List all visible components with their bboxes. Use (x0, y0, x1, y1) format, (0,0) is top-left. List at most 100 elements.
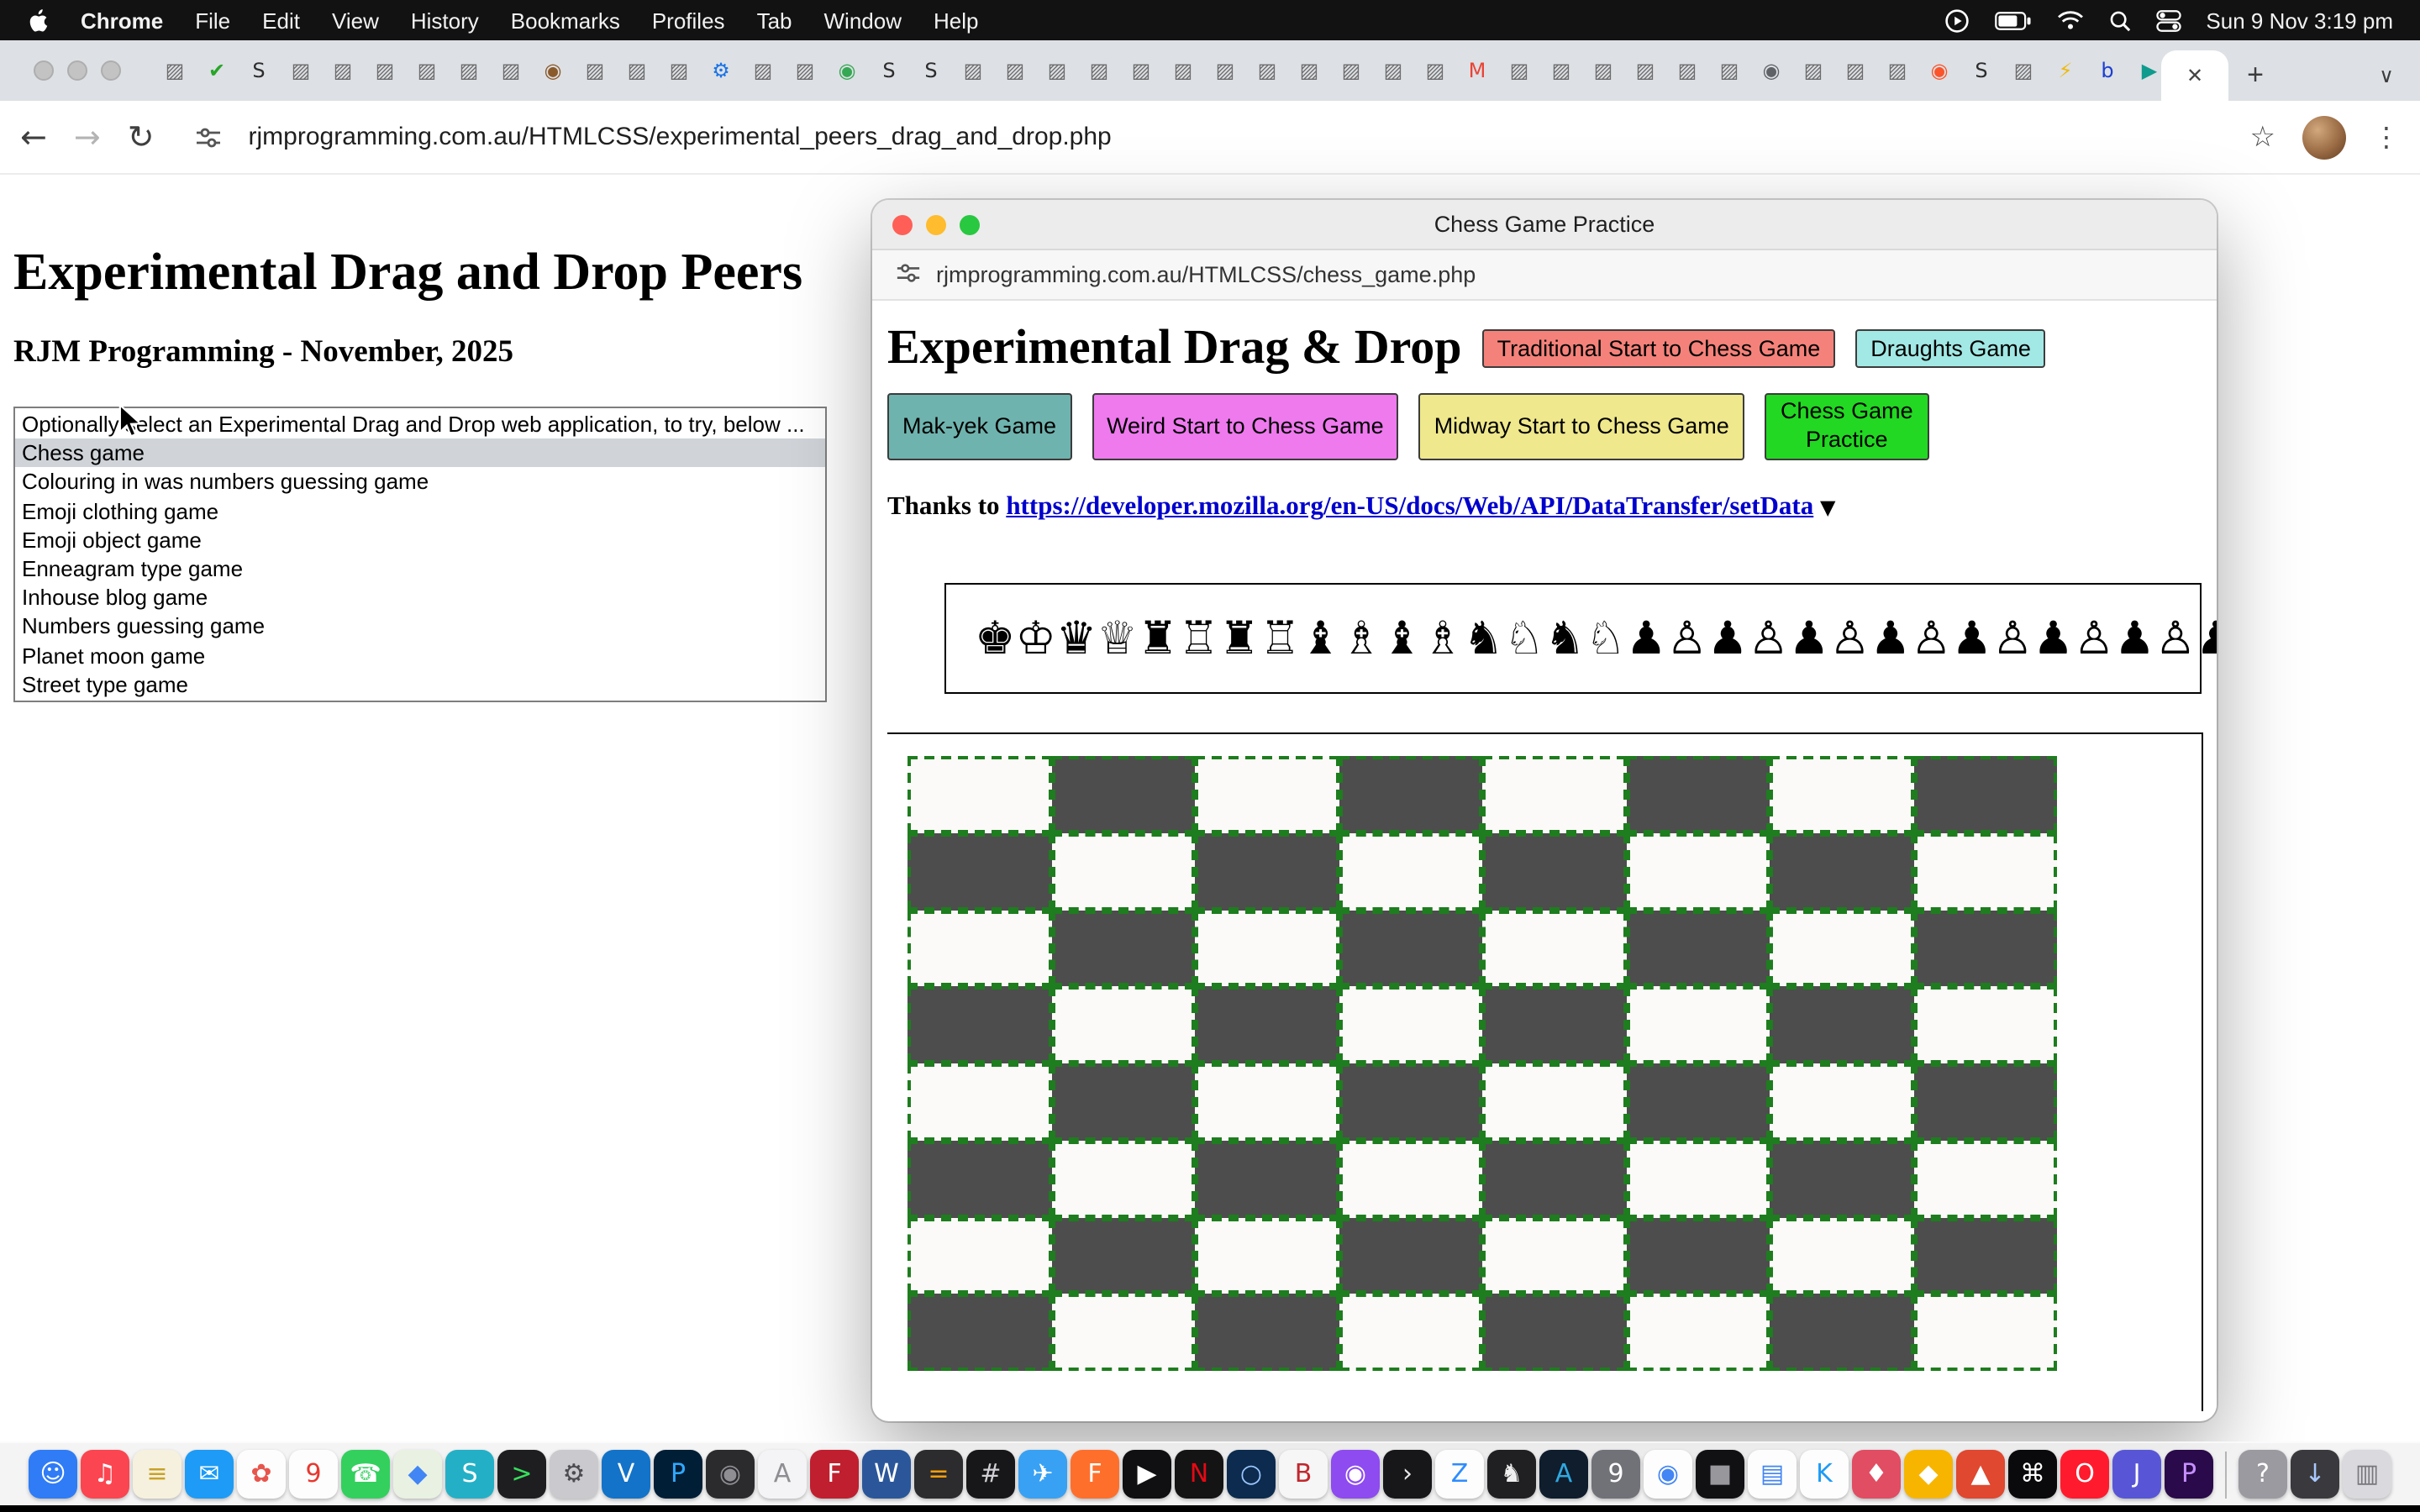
pinned-tab-favicon[interactable]: S (876, 57, 902, 84)
board-cell[interactable] (1913, 910, 2057, 987)
board-cell[interactable] (1051, 1141, 1195, 1218)
bookmark-star-icon[interactable]: ☆ (2250, 120, 2276, 154)
pinned-tab-favicon[interactable]: b (2094, 57, 2121, 84)
board-cell[interactable] (1195, 833, 1339, 911)
pinned-tab-favicon[interactable]: ▨ (1716, 57, 1743, 84)
spotlight-icon[interactable] (2108, 9, 2130, 31)
chess-piece[interactable]: ♖ (1178, 616, 1218, 661)
dock-app-apple-app[interactable]: ⌘ (2008, 1450, 2057, 1499)
board-cell[interactable] (1770, 1294, 1913, 1372)
pinned-tab-favicon[interactable]: S (918, 57, 944, 84)
menu-bookmarks[interactable]: Bookmarks (511, 8, 620, 33)
pinned-tab-favicon[interactable]: ▨ (623, 57, 650, 84)
chess-piece[interactable]: ♗ (1341, 616, 1381, 661)
board-cell[interactable] (1482, 1294, 1626, 1372)
dock-app-messages[interactable]: S (445, 1450, 494, 1499)
chess-piece[interactable]: ♝ (1381, 616, 1422, 661)
menu-file[interactable]: File (195, 8, 230, 33)
pinned-tab-favicon[interactable]: ▨ (1548, 57, 1575, 84)
dock-app-finder[interactable]: ☺ (29, 1450, 77, 1499)
dock-app-filezilla[interactable]: F (810, 1450, 859, 1499)
pinned-tab-favicon[interactable]: ◉ (1926, 57, 1953, 84)
chess-piece[interactable]: ♟ (2114, 616, 2154, 661)
pinned-tab-favicon[interactable]: S (1968, 57, 1995, 84)
dock-app-trash[interactable]: ▥ (2343, 1450, 2391, 1499)
board-cell[interactable] (1770, 756, 1913, 833)
dock-app-gray-app[interactable]: 9 (1591, 1450, 1640, 1499)
board-cell[interactable] (1770, 1141, 1913, 1218)
board-cell[interactable] (1482, 910, 1626, 987)
chess-piece[interactable]: ♙ (1911, 616, 1951, 661)
browser-menu-icon[interactable]: ⋮ (2373, 121, 2400, 153)
pinned-tab-favicon[interactable]: ▨ (1212, 57, 1239, 84)
dock-app-chrome[interactable]: ◉ (1644, 1450, 1692, 1499)
board-cell[interactable] (1770, 987, 1913, 1064)
board-cell[interactable] (1195, 756, 1339, 833)
chess-piece[interactable]: ♛ (1056, 616, 1097, 661)
popup-button[interactable]: Draughts Game (1855, 329, 2046, 368)
wifi-icon[interactable] (2056, 10, 2083, 30)
new-tab-button[interactable]: + (2235, 55, 2275, 96)
board-cell[interactable] (1482, 1217, 1626, 1294)
popup-minimize-button[interactable] (926, 215, 946, 235)
chess-piece[interactable]: ♖ (1260, 616, 1300, 661)
dock-app-premiere[interactable]: P (2165, 1450, 2213, 1499)
battery-icon[interactable] (1994, 11, 2031, 29)
board-cell[interactable] (1339, 1294, 1482, 1372)
menu-edit[interactable]: Edit (262, 8, 300, 33)
board-cell[interactable] (1051, 1217, 1195, 1294)
board-cell[interactable] (1482, 1063, 1626, 1141)
app-select-listbox[interactable]: Optionally select an Experimental Drag a… (13, 407, 827, 702)
pinned-tab-favicon[interactable]: ▨ (371, 57, 398, 84)
board-cell[interactable] (1051, 1294, 1195, 1372)
pinned-tab-favicon[interactable]: ▨ (666, 57, 692, 84)
board-cell[interactable] (1770, 1063, 1913, 1141)
chess-piece[interactable]: ♟ (1707, 616, 1748, 661)
dock-app-facetime[interactable]: ☎ (341, 1450, 390, 1499)
board-cell[interactable] (1770, 1217, 1913, 1294)
board-cell[interactable] (1913, 1294, 2057, 1372)
dock-app-affinity[interactable]: A (1539, 1450, 1588, 1499)
active-tab[interactable]: ✕ (2161, 50, 2228, 101)
board-cell[interactable] (1913, 1217, 2057, 1294)
listbox-option[interactable]: Enneagram type game (15, 554, 825, 583)
popup-zoom-button[interactable] (960, 215, 980, 235)
board-cell[interactable] (1626, 910, 1770, 987)
board-cell[interactable] (908, 756, 1051, 833)
dock-app-zoom[interactable]: Z (1435, 1450, 1484, 1499)
mozilla-link[interactable]: https://developer.mozilla.org/en-US/docs… (1006, 492, 1813, 521)
dock-app-iterm[interactable]: › (1383, 1450, 1432, 1499)
pinned-tab-favicon[interactable]: ▨ (750, 57, 776, 84)
chess-piece[interactable]: ♙ (1748, 616, 1788, 661)
popup-button[interactable]: Weird Start to Chess Game (1092, 393, 1399, 460)
chess-piece[interactable]: ♞ (1544, 616, 1585, 661)
pinned-tab-favicon[interactable]: ▨ (497, 57, 524, 84)
pinned-tab-favicon[interactable]: ⚡ (2052, 57, 2079, 84)
listbox-option[interactable]: Street type game (15, 669, 825, 698)
board-cell[interactable] (1626, 1294, 1770, 1372)
pinned-tab-favicon[interactable]: ▨ (1254, 57, 1281, 84)
dock-app-vscode[interactable]: V (602, 1450, 650, 1499)
chess-piece[interactable]: ♙ (1992, 616, 2033, 661)
chess-piece[interactable]: ♝ (1301, 616, 1341, 661)
chess-piece[interactable]: ♞ (1463, 616, 1503, 661)
board-cell[interactable] (1913, 1141, 2057, 1218)
listbox-option[interactable]: Emoji object game (15, 526, 825, 554)
board-cell[interactable] (1339, 833, 1482, 911)
dock-app-calendar[interactable]: 9 (289, 1450, 338, 1499)
dropdown-caret-icon[interactable]: ▼ (1820, 496, 1835, 519)
chess-piece[interactable]: ♙ (2155, 616, 2196, 661)
chess-piece[interactable]: ♕ (1097, 616, 1137, 661)
menu-help[interactable]: Help (934, 8, 979, 33)
pinned-tab-favicon[interactable]: S (245, 57, 272, 84)
pinned-tab-favicon[interactable]: ▨ (1632, 57, 1659, 84)
chess-piece[interactable]: ♘ (1504, 616, 1544, 661)
board-cell[interactable] (908, 833, 1051, 911)
pinned-tab-favicon[interactable]: ▨ (413, 57, 440, 84)
window-controls[interactable] (34, 60, 121, 81)
board-cell[interactable] (1195, 1294, 1339, 1372)
dock-app-word[interactable]: W (862, 1450, 911, 1499)
dock-app-ocean-app[interactable]: ○ (1227, 1450, 1276, 1499)
chess-piece[interactable]: ♚ (975, 616, 1015, 661)
pinned-tab-favicon[interactable]: ▨ (1380, 57, 1407, 84)
